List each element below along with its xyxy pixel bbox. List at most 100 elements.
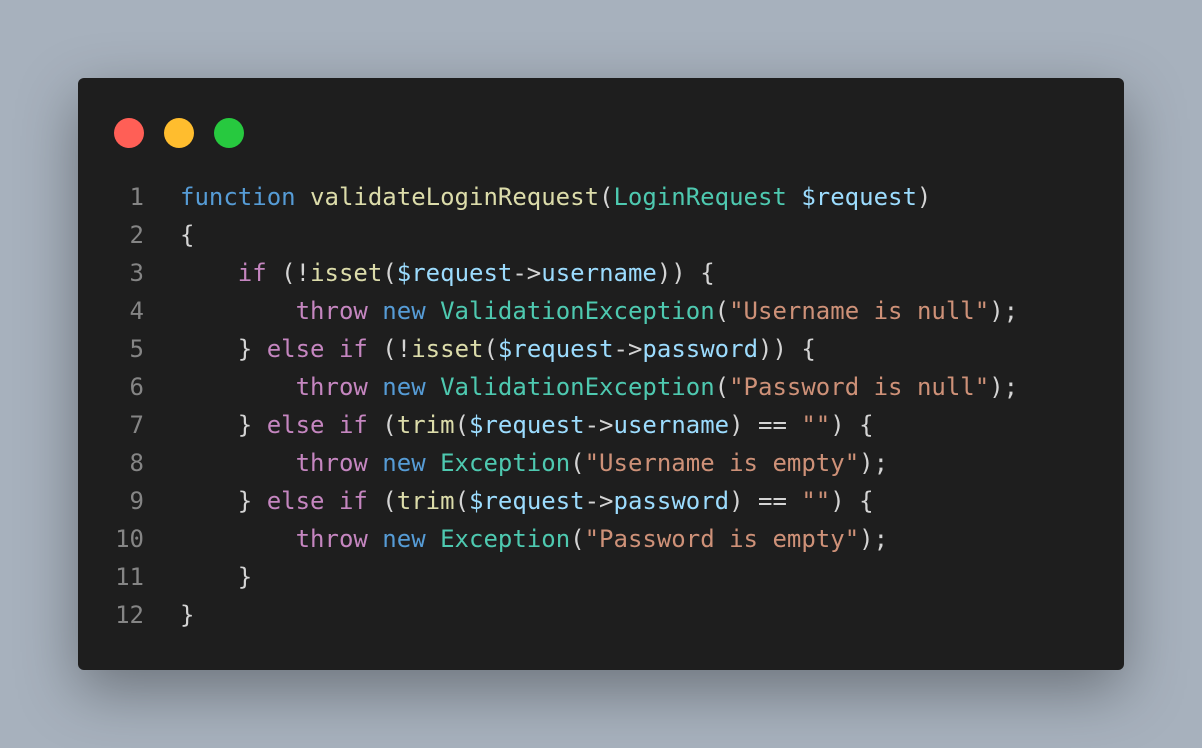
code-token-punc: ( (599, 183, 614, 211)
code-line: 12} (78, 596, 1124, 634)
line-number: 9 (129, 487, 144, 515)
code-token-str: "Username is null" (729, 297, 990, 325)
code-token-punc: ( (714, 373, 730, 401)
line-number: 10 (115, 525, 144, 553)
code-token-ctrl: throw (295, 449, 368, 477)
code-token-ctrl: else (266, 335, 325, 363)
code-token-str: "Password is empty" (584, 525, 860, 553)
code-token-kw: new (382, 449, 426, 477)
code-token-punc: ( (382, 259, 397, 287)
code-token-fn: validateLoginRequest (310, 183, 600, 211)
maximize-button[interactable] (214, 118, 244, 148)
line-source: } (180, 596, 194, 634)
code-token-punc: } (180, 601, 195, 629)
code-token-punc: (! (367, 335, 412, 363)
line-number: 1 (129, 183, 144, 211)
code-token-punc: ); (859, 449, 889, 477)
code-token-punc: -> (584, 487, 614, 515)
code-token-ctrl: throw (295, 525, 368, 553)
code-token-punc: ( (367, 487, 397, 515)
code-token-punc: )) { (656, 259, 715, 287)
line-number: 11 (115, 563, 144, 591)
code-token-type: LoginRequest (613, 183, 787, 211)
code-window: 1 function validateLoginRequest(LoginRequ… (78, 78, 1124, 670)
code-token-type: ValidationException (440, 373, 715, 401)
code-token-punc (368, 525, 382, 553)
code-token-punc: ( (454, 411, 470, 439)
code-token-punc: ); (989, 373, 1019, 401)
code-token-punc: ( (714, 297, 730, 325)
code-token-var: $request (497, 335, 614, 363)
code-token-punc: } (180, 563, 253, 591)
code-token-kw: new (382, 297, 426, 325)
code-token-punc (426, 297, 440, 325)
code-token-punc: )) { (758, 335, 816, 363)
code-token-str: "Username is empty" (584, 449, 860, 477)
code-token-punc: ( (367, 411, 397, 439)
close-button[interactable] (114, 118, 144, 148)
code-token-var: password (642, 335, 759, 363)
line-number: 8 (129, 449, 144, 477)
code-token-punc: ( (570, 449, 585, 477)
code-token-punc: ( (570, 525, 585, 553)
line-number: 12 (115, 601, 144, 629)
code-token-ctrl: else (266, 487, 325, 515)
code-block[interactable]: 1 function validateLoginRequest(LoginRequ… (78, 178, 1124, 634)
code-token-punc (787, 183, 801, 211)
line-source: throw new ValidationException("Username … (180, 292, 1019, 330)
code-token-punc: ) == (729, 487, 802, 515)
code-line: 5 } else if (!isset($request->password))… (78, 330, 1124, 368)
code-token-punc: ) { (830, 487, 874, 515)
code-line: 4 throw new ValidationException("Usernam… (78, 292, 1124, 330)
code-token-kw: new (382, 373, 426, 401)
code-token-type: Exception (440, 449, 571, 477)
line-number: 4 (129, 297, 144, 325)
code-token-punc: ); (859, 525, 889, 553)
minimize-button[interactable] (164, 118, 194, 148)
code-token-ctrl: if (237, 259, 267, 287)
code-line: 9 } else if (trim($request->password) ==… (78, 482, 1124, 520)
code-token-ctrl: throw (295, 373, 368, 401)
line-source: if (!isset($request->username)) { (180, 254, 715, 292)
code-token-var: $request (469, 487, 585, 515)
code-line: 1 function validateLoginRequest(LoginRequ… (78, 178, 1124, 216)
code-token-str: "" (801, 487, 831, 515)
code-token-punc: -> (512, 259, 542, 287)
code-token-punc (325, 487, 339, 515)
code-line: 8 throw new Exception("Username is empty… (78, 444, 1124, 482)
code-token-kw: new (382, 525, 426, 553)
code-token-punc: -> (584, 411, 614, 439)
code-token-punc (426, 525, 440, 553)
code-token-punc (325, 411, 339, 439)
code-token-fn: isset (310, 259, 383, 287)
code-token-punc: ) (916, 183, 932, 211)
code-token-punc (296, 183, 310, 211)
code-token-fn: trim (396, 411, 455, 439)
code-token-ctrl: if (338, 487, 368, 515)
line-source: { (180, 216, 194, 254)
code-token-punc: ) { (830, 411, 874, 439)
line-source: throw new ValidationException("Password … (180, 368, 1019, 406)
code-line: 7 } else if (trim($request->username) ==… (78, 406, 1124, 444)
code-token-fn: trim (396, 487, 455, 515)
code-line: 11 } (78, 558, 1124, 596)
code-token-kw: function (180, 183, 296, 211)
line-source: throw new Exception("Username is empty")… (180, 444, 888, 482)
code-token-punc: ); (989, 297, 1019, 325)
code-token-ctrl: if (338, 335, 368, 363)
code-token-fn: isset (411, 335, 484, 363)
code-line: 3 if (!isset($request->username)) { (78, 254, 1124, 292)
code-token-type: ValidationException (440, 297, 715, 325)
code-token-punc (180, 525, 296, 553)
code-token-punc (180, 449, 296, 477)
line-number: 2 (129, 221, 144, 249)
code-token-str: "" (801, 411, 831, 439)
code-token-var: username (613, 411, 730, 439)
line-source: } else if (!isset($request->password)) { (180, 330, 816, 368)
code-token-var: $request (469, 411, 585, 439)
code-token-punc: ) == (729, 411, 802, 439)
line-source: } else if (trim($request->username) == "… (180, 406, 874, 444)
code-token-punc (180, 259, 238, 287)
line-number: 6 (129, 373, 144, 401)
code-line: 2{ (78, 216, 1124, 254)
